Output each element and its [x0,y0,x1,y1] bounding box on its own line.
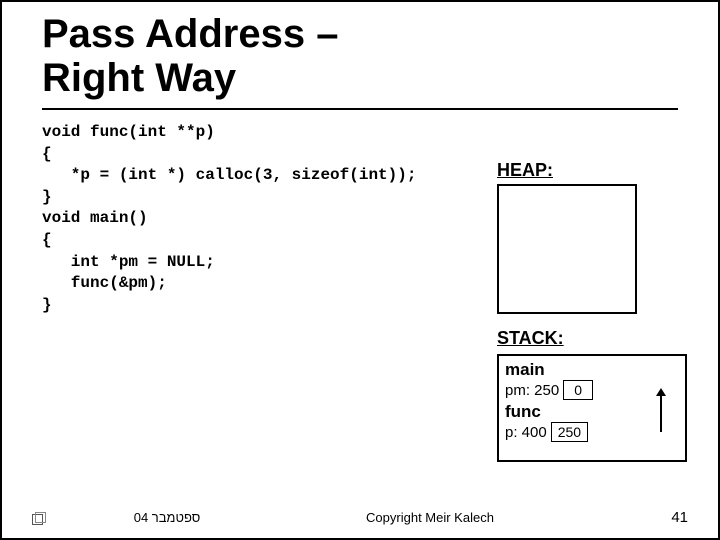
frame-func-row: p: 400 250 [505,422,679,442]
pointer-arrow [660,394,662,432]
frame-main-var: pm: 250 [505,382,563,399]
code-line-3: } [42,188,52,206]
frame-main-val: 0 [563,380,593,400]
stack-label: STACK: [497,328,564,349]
code-line-7: func(&pm); [42,274,167,292]
frame-main-title: main [505,360,679,380]
heap-box [497,184,637,314]
footer-date: ספטמבר 04 [32,510,232,525]
footer: ספטמבר 04 Copyright Meir Kalech 41 [2,509,718,526]
frame-main-row: pm: 250 0 [505,380,679,400]
footer-copyright: Copyright Meir Kalech [232,510,628,525]
code-line-8: } [42,296,52,314]
footer-page: 41 [628,509,688,526]
frame-func-var: p: 400 [505,424,551,441]
code-line-4: void main() [42,209,148,227]
slide-title-line2: Right Way [42,56,236,100]
frame-func-val: 250 [551,422,588,442]
code-line-5: { [42,231,52,249]
slide-title-line1: Pass Address – [42,12,338,56]
frame-func-title: func [505,402,679,422]
code-line-1: { [42,145,52,163]
code-line-2: *p = (int *) calloc(3, sizeof(int)); [42,166,416,184]
code-line-6: int *pm = NULL; [42,253,215,271]
stack-box: main pm: 250 0 func p: 400 250 [497,354,687,462]
code-line-0: void func(int **p) [42,123,215,141]
heap-label: HEAP: [497,160,553,181]
